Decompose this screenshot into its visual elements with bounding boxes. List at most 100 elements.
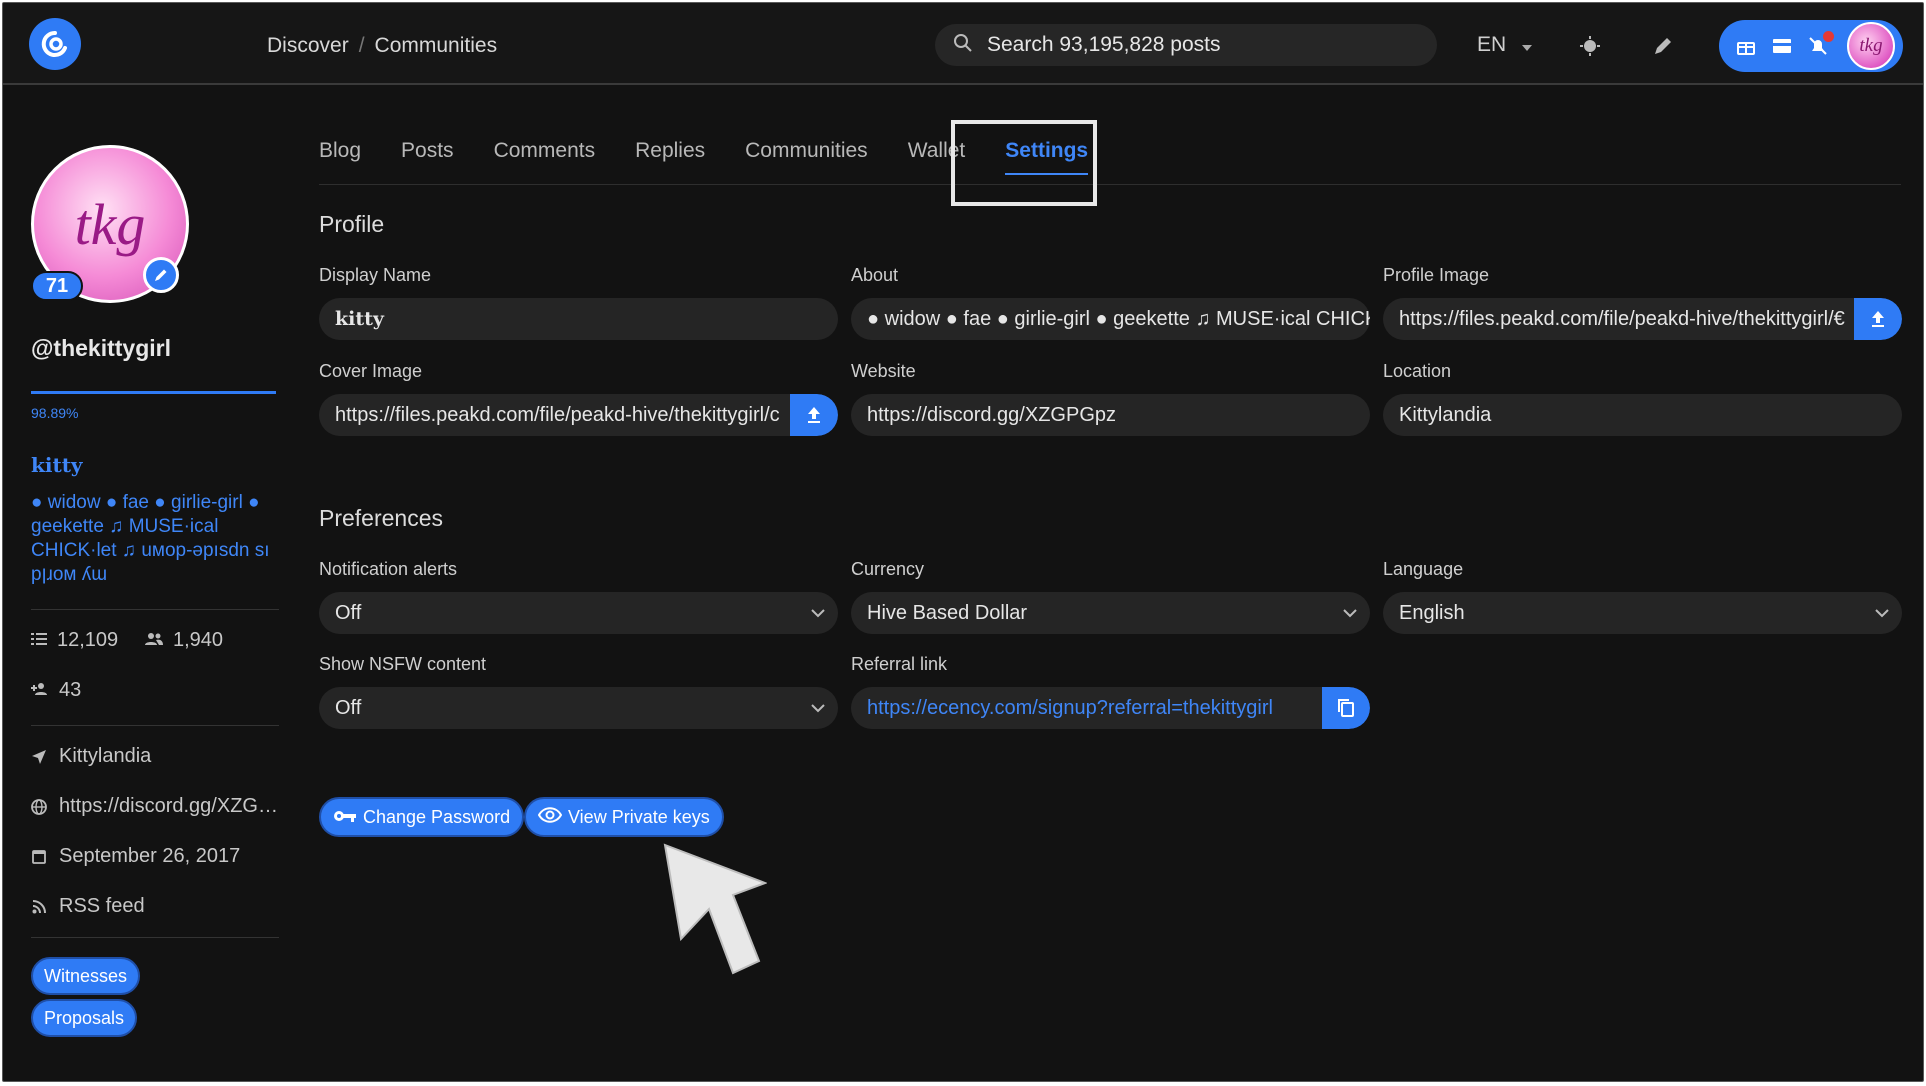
- location-input[interactable]: [1383, 403, 1902, 427]
- bell-off-icon[interactable]: [1807, 31, 1834, 57]
- language-switcher[interactable]: EN: [1477, 33, 1533, 57]
- rss-feed-link[interactable]: RSS feed: [31, 895, 145, 918]
- logo-icon[interactable]: [29, 18, 81, 70]
- gift-icon[interactable]: [1735, 35, 1757, 57]
- posts-count-value: 12,109: [57, 629, 119, 651]
- website-label: Website: [851, 361, 916, 381]
- chevron-down-icon: [1330, 608, 1370, 618]
- user-avatar[interactable]: tkg: [1847, 22, 1895, 70]
- show-nsfw-label: Show NSFW content: [319, 654, 487, 674]
- following-count[interactable]: 43: [31, 679, 81, 702]
- posts-count[interactable]: 12,109: [31, 629, 118, 652]
- profile-username: @thekittygirl: [31, 335, 171, 361]
- profile-image-field: Profile Image: [1383, 265, 1902, 340]
- website-link[interactable]: https://discord.gg/XZG…: [59, 795, 278, 818]
- reputation-badge: 71: [31, 271, 83, 301]
- display-name-input[interactable]: [319, 308, 838, 330]
- add-user-icon: [31, 679, 49, 702]
- currency-field: Currency Hive Based Dollar: [851, 559, 1370, 634]
- upload-icon: [808, 407, 820, 423]
- copy-icon: [1338, 699, 1354, 717]
- pencil-icon[interactable]: [1650, 33, 1676, 59]
- profile-image-input[interactable]: [1383, 307, 1854, 331]
- notification-alerts-select[interactable]: Off: [319, 592, 838, 634]
- currency-label: Currency: [851, 559, 925, 579]
- rss-feed-label: RSS feed: [59, 895, 145, 917]
- search-icon: [953, 33, 973, 58]
- eye-icon: [537, 806, 563, 828]
- display-name-field: Display Name: [319, 265, 838, 340]
- location-box: [1383, 394, 1902, 436]
- tab-blog[interactable]: Blog: [319, 139, 361, 175]
- currency-select[interactable]: Hive Based Dollar: [851, 592, 1370, 634]
- cover-image-field: Cover Image: [319, 361, 838, 436]
- language-field: Language English: [1383, 559, 1902, 634]
- cover-image-box: [319, 394, 838, 436]
- profile-location: Kittylandia: [31, 745, 151, 768]
- witnesses-button[interactable]: Witnesses: [31, 957, 141, 995]
- profile-section-title: Profile: [319, 211, 385, 237]
- chevron-down-icon: [798, 703, 838, 713]
- top-bar: Discover / Communities EN: [3, 3, 1923, 85]
- profile-image-label: Profile Image: [1383, 265, 1490, 285]
- upload-cover-image-button[interactable]: [790, 394, 838, 436]
- profile-joined: September 26, 2017: [31, 845, 240, 868]
- preferences-section-title: Preferences: [319, 505, 444, 531]
- currency-value: Hive Based Dollar: [867, 601, 1028, 624]
- proposals-button[interactable]: Proposals: [31, 999, 138, 1037]
- website-field: Website: [851, 361, 1370, 436]
- tab-replies[interactable]: Replies: [635, 139, 705, 175]
- change-password-button[interactable]: Change Password: [319, 797, 525, 837]
- calendar-icon: [31, 849, 47, 864]
- search-input[interactable]: [987, 33, 1407, 57]
- about-input[interactable]: [851, 307, 1370, 331]
- divider: [31, 725, 279, 726]
- about-field: About: [851, 265, 1370, 340]
- location-arrow-icon: [31, 749, 47, 764]
- notification-alerts-value: Off: [335, 601, 362, 624]
- location-field: Location: [1383, 361, 1902, 436]
- website-input[interactable]: [851, 403, 1370, 427]
- search-bar[interactable]: [935, 24, 1437, 66]
- copy-referral-button[interactable]: [1322, 687, 1370, 729]
- tab-wallet[interactable]: Wallet: [908, 139, 966, 175]
- language-code: EN: [1477, 33, 1507, 56]
- tab-posts[interactable]: Posts: [401, 139, 454, 175]
- divider: [31, 937, 279, 938]
- voting-power-text: 98.89%: [31, 405, 79, 421]
- website-box: [851, 394, 1370, 436]
- change-password-label: Change Password: [363, 806, 511, 827]
- profile-about: ● widow ● fae ● girlie-girl ● geekette ♫…: [31, 492, 270, 585]
- view-private-keys-label: View Private keys: [568, 806, 710, 827]
- notification-dot: [1823, 31, 1834, 42]
- edit-avatar-button[interactable]: [143, 257, 179, 293]
- tab-settings[interactable]: Settings: [1005, 139, 1088, 175]
- tab-comments[interactable]: Comments: [494, 139, 596, 175]
- notification-alerts-field: Notification alerts Off: [319, 559, 838, 634]
- profile-display-name: kitty: [31, 453, 83, 477]
- show-nsfw-select[interactable]: Off: [319, 687, 838, 729]
- breadcrumb-discover[interactable]: Discover: [267, 34, 349, 57]
- profile-image-box: [1383, 298, 1902, 340]
- breadcrumb-separator: /: [358, 34, 365, 57]
- view-private-keys-button[interactable]: View Private keys: [524, 797, 724, 837]
- cover-image-input[interactable]: [319, 403, 790, 427]
- cover-image-label: Cover Image: [319, 361, 423, 381]
- chevron-down-icon: [798, 608, 838, 618]
- about-box: [851, 298, 1370, 340]
- rss-icon: [31, 899, 47, 914]
- followers-count[interactable]: 1,940: [145, 629, 223, 652]
- referral-link-value[interactable]: https://ecency.com/signup?referral=theki…: [851, 697, 1322, 720]
- notification-alerts-label: Notification alerts: [319, 559, 458, 579]
- location-text: Kittylandia: [59, 745, 152, 767]
- language-select[interactable]: English: [1383, 592, 1902, 634]
- tab-communities[interactable]: Communities: [745, 139, 868, 175]
- joined-date: September 26, 2017: [59, 845, 241, 867]
- theme-icon[interactable]: [1577, 33, 1603, 59]
- profile-sidebar: tkg 71 @thekittygirl 98.89% kitty ● wido…: [3, 85, 293, 1081]
- mouse-pointer-icon: [663, 843, 767, 975]
- wallet-icon[interactable]: [1771, 35, 1793, 57]
- breadcrumb-communities[interactable]: Communities: [375, 34, 498, 57]
- upload-profile-image-button[interactable]: [1854, 298, 1902, 340]
- profile-website[interactable]: https://discord.gg/XZG…: [31, 795, 278, 818]
